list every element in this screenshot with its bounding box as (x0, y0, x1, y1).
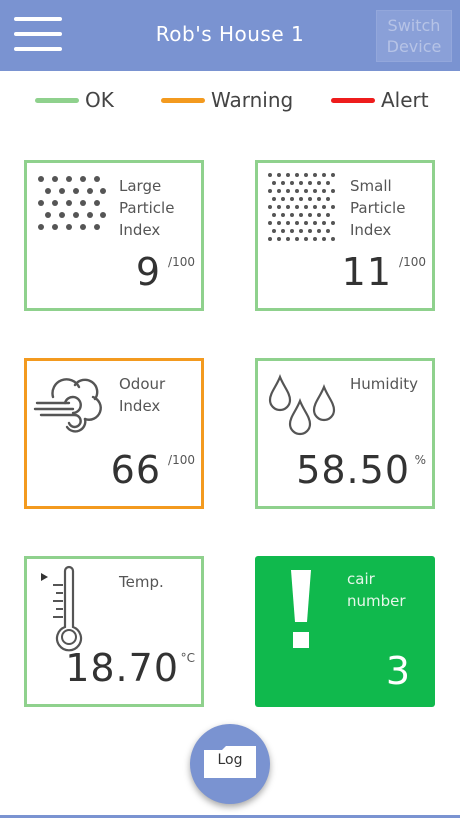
humidity-unit: % (414, 453, 426, 467)
small-particles-icon (268, 173, 335, 241)
small-particle-value: 11 (341, 250, 392, 294)
cair-number-card[interactable]: cair number 3 (255, 556, 435, 707)
small-particle-label: Small Particle Index (350, 177, 406, 239)
legend-alert: Alert (331, 86, 429, 114)
water-drops-icon (268, 374, 336, 436)
exclamation-icon (291, 570, 311, 648)
temp-value: 18.70 (65, 646, 179, 690)
odour-card[interactable]: Odour Index 66 /100 (24, 358, 204, 509)
switch-device-button[interactable]: Switch Device (376, 10, 452, 62)
odour-label: Odour Index (119, 375, 166, 415)
wind-cloud-icon (33, 378, 102, 433)
temp-label: Temp. (119, 573, 164, 591)
large-particles-icon (38, 176, 106, 230)
humidity-value: 58.50 (296, 448, 410, 492)
large-particle-value: 9 (135, 250, 161, 294)
legend-alert-label: Alert (381, 88, 429, 112)
app-header: Rob's House 1 Switch Device (0, 0, 460, 71)
warning-swatch (161, 97, 205, 103)
legend-warning: Warning (161, 86, 293, 114)
cair-label: cair number (347, 570, 406, 610)
legend-ok-label: OK (85, 88, 114, 112)
cair-value: 3 (385, 649, 411, 693)
alert-swatch (331, 97, 375, 103)
temp-card[interactable]: Temp. 18.70 °C (24, 556, 204, 707)
switch-label-line1: Switch (387, 16, 441, 35)
small-particle-unit: /100 (399, 255, 426, 269)
legend-warning-label: Warning (211, 88, 294, 112)
ok-swatch (35, 97, 79, 103)
hamburger-menu-icon[interactable] (14, 17, 62, 51)
large-particle-card[interactable]: Large Particle Index 9 /100 (24, 160, 204, 311)
large-particle-label: Large Particle Index (119, 177, 175, 239)
log-label: Log (217, 752, 243, 768)
humidity-label: Humidity (350, 375, 419, 393)
thermometer-icon (41, 565, 83, 652)
legend-ok: OK (35, 86, 114, 114)
humidity-card[interactable]: Humidity 58.50 % (255, 358, 435, 509)
page-title: Rob's House 1 (155, 22, 305, 46)
log-button[interactable]: Log (190, 724, 270, 804)
large-particle-unit: /100 (168, 255, 195, 269)
odour-value: 66 (110, 448, 161, 492)
switch-label-line2: Device (386, 37, 442, 56)
temp-unit: °C (180, 651, 195, 665)
odour-unit: /100 (168, 453, 195, 467)
status-legend: OK Warning Alert (0, 86, 460, 114)
small-particle-card[interactable]: Small Particle Index 11 /100 (255, 160, 435, 311)
